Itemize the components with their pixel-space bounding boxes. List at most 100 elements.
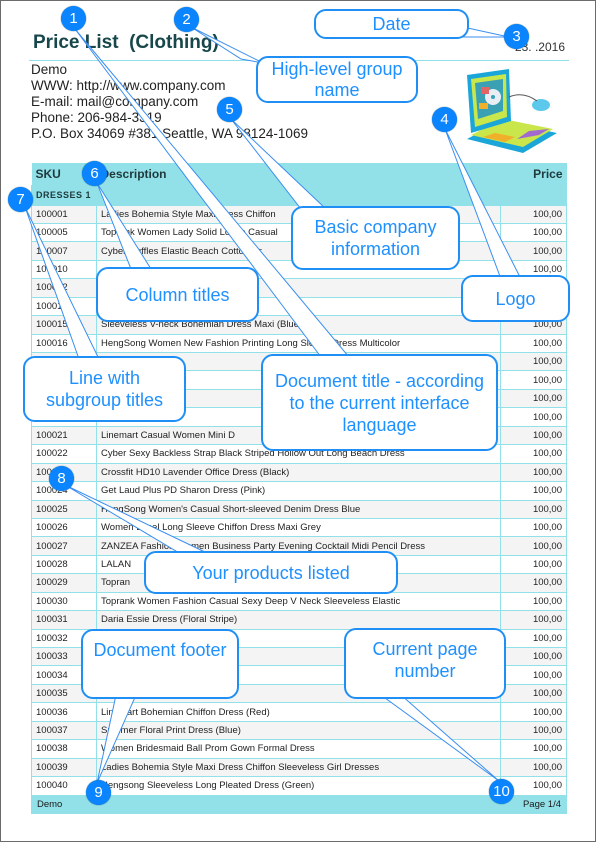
cell-sku: 100039 [31, 757, 97, 778]
table-row: 100024 Get Laud Plus PD Sharon Dress (Pin… [31, 481, 567, 501]
callout-document-title: Document title - according to the curren… [261, 354, 498, 451]
cell-sku: 100014 [31, 296, 97, 317]
cell-sku: 100010 [31, 259, 97, 280]
marker-7: 7 [8, 187, 33, 212]
marker-5: 5 [217, 97, 242, 122]
callout-logo: Logo [461, 275, 570, 322]
cell-price: 100,00 [500, 702, 567, 722]
cell-price: 100,00 [500, 720, 567, 741]
cell-price: 100,00 [500, 739, 567, 759]
cell-price: 100,00 [500, 646, 567, 667]
cell-description: Crossfit HD10 Lavender Office Dress (Bla… [96, 462, 501, 483]
cell-price: 100,00 [500, 407, 567, 427]
cell-price: 100,00 [500, 444, 567, 464]
table-row: 100031 Daria Essie Dress (Floral Stripe) 1… [31, 610, 567, 630]
cell-description: Summer Floral Print Dress (Blue) [96, 720, 501, 741]
table-row: 100026 Women Lapel Long Sleeve Chiffon Dr… [31, 517, 567, 538]
cell-description: Women Bridesmaid Ball Prom Gown Formal D… [96, 739, 501, 759]
cell-price: 100,00 [500, 573, 567, 593]
column-description: Description [96, 163, 501, 185]
cell-price: 100,00 [500, 241, 567, 261]
table-row: 100039 Ladies Bohemia Style Maxi Dress Ch… [31, 757, 567, 778]
cell-description: Toprank Women Fashion Casual Sexy Deep V… [96, 591, 501, 612]
callout-subgroup-line: Line with subgroup titles [23, 356, 186, 422]
table-row: 100023Crossfit HD10 Lavender Office Dres… [31, 462, 567, 483]
cell-price: 100,00 [500, 536, 567, 556]
cell-price: 100,00 [500, 517, 567, 538]
cell-sku: 100015 [31, 315, 97, 335]
cell-sku: 100028 [31, 554, 97, 575]
cell-price: 100,00 [500, 757, 567, 778]
cell-price: 100,00 [500, 683, 567, 704]
cell-price: 100,00 [500, 388, 567, 409]
cell-description: HangSong Women's Casual Short-sleeved De… [96, 499, 501, 519]
cell-price: 100,00 [500, 499, 567, 519]
callout-column-titles: Column titles [96, 267, 259, 322]
cell-sku: 100021 [31, 425, 97, 446]
cell-sku: 100027 [31, 536, 97, 556]
callout-footer: Document footer [81, 629, 239, 699]
marker-4: 4 [432, 107, 457, 132]
callout-page-number: Current page number [344, 628, 506, 699]
cell-sku: 100029 [31, 573, 97, 593]
cell-price: 100,00 [500, 554, 567, 575]
table-row: 100037 Summer Floral Print Dress (Blue) 10… [31, 720, 567, 741]
cell-description: Get Laud Plus PD Sharon Dress (Pink) [96, 481, 501, 501]
company-phone: Phone: 206-984-3319 [31, 110, 162, 125]
cell-sku: 100026 [31, 517, 97, 538]
marker-9: 9 [86, 780, 111, 805]
pointer-3 [462, 26, 510, 38]
cell-price: 100,00 [500, 591, 567, 612]
price-list-page: Price List (Clothing) 23. .2016 Demo WWW… [0, 0, 596, 842]
subgroup-row: DRESSES 1 [31, 184, 567, 206]
table-row: 100030 Toprank Women Fashion Casual Sexy … [31, 591, 567, 612]
document-title: Price List (Clothing) [33, 32, 219, 53]
cell-price: 100,00 [500, 610, 567, 630]
subgroup-title: DRESSES 1 [31, 184, 567, 206]
cell-sku: 100030 [31, 591, 97, 612]
table-row: 100025 HangSong Women's Casual Short-slee… [31, 499, 567, 519]
callout-products: Your products listed [144, 551, 398, 594]
callout-group-name: High-level group name [256, 56, 418, 103]
cell-description: Women Lapel Long Sleeve Chiffon Dress Ma… [96, 517, 501, 538]
cell-sku: 100005 [31, 222, 97, 243]
table-row: 100036 Linemart Bohemian Chiffon Dress (R… [31, 702, 567, 722]
callout-date: Date [314, 9, 469, 39]
cell-price: 100,00 [500, 222, 567, 243]
cell-price: 100,00 [500, 351, 567, 372]
marker-8: 8 [49, 466, 74, 491]
marker-10: 10 [489, 779, 514, 804]
cell-price: 100,00 [500, 462, 567, 483]
cell-sku: 100016 [31, 333, 97, 354]
document-footer: Demo Page 1/4 [31, 795, 567, 814]
cell-description: Daria Essie Dress (Floral Stripe) [96, 610, 501, 630]
cell-sku: 100038 [31, 739, 97, 759]
table-row: 100040 Hengsong Sleeveless Long Pleated D… [31, 776, 567, 796]
cell-price: 100,00 [500, 333, 567, 354]
company-address: P.O. Box 34069 #381 Seattle, WA 98124-10… [31, 126, 308, 141]
cell-sku: 100022 [31, 444, 97, 464]
marker-1: 1 [61, 6, 86, 31]
cell-price: 100,00 [500, 628, 567, 649]
marker-6: 6 [82, 161, 107, 186]
marker-3: 3 [504, 24, 529, 49]
cell-price: 100,00 [500, 481, 567, 501]
cell-description: Linemart Bohemian Chiffon Dress (Red) [96, 702, 501, 722]
cell-description: Ladies Bohemia Style Maxi Dress Chiffon … [96, 757, 501, 778]
cell-sku: 100031 [31, 610, 97, 630]
callout-company-info: Basic company information [291, 206, 460, 270]
cell-sku: 100036 [31, 702, 97, 722]
cell-price: 100,00 [500, 370, 567, 390]
page-number: Page 1/4 [522, 799, 561, 810]
column-price: Price [500, 163, 567, 185]
cell-sku: 100001 [31, 204, 97, 224]
table-row: 100038 Women Bridesmaid Ball Prom Gown Fo… [31, 739, 567, 759]
table-row: 100016 HengSong Women New Fashion Printin… [31, 333, 567, 354]
cell-price: 100,00 [500, 425, 567, 446]
laptop-logo-icon [467, 69, 557, 153]
cell-sku: 100025 [31, 499, 97, 519]
cell-sku: 100012 [31, 278, 97, 298]
cell-description: Hengsong Sleeveless Long Pleated Dress (… [96, 776, 501, 796]
cell-price: 100,00 [500, 204, 567, 224]
cell-price: 100,00 [500, 665, 567, 685]
